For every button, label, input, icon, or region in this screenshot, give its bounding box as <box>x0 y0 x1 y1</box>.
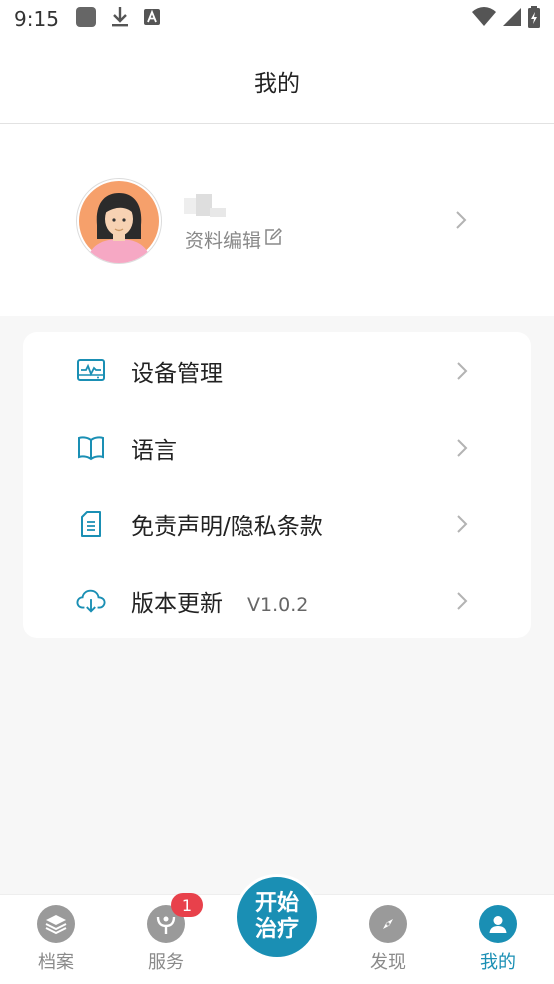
chevron-right-icon <box>455 514 469 534</box>
book-icon <box>76 433 106 463</box>
menu-item-label: 免责声明/隐私条款 <box>131 514 323 540</box>
compass-icon <box>369 905 407 943</box>
username-blurred <box>184 194 226 218</box>
tab-label: 服务 <box>148 952 184 973</box>
settings-menu-card: 设备管理 语言 免责声明/隐私条款 版本更新 V1.0.2 <box>23 332 531 638</box>
avatar-woman-icon <box>79 181 159 263</box>
status-notification-icons <box>75 6 161 32</box>
a-badge-icon <box>143 8 161 30</box>
tab-mine[interactable]: 我的 <box>453 895 543 984</box>
menu-item-disclaimer-privacy[interactable]: 免责声明/隐私条款 <box>23 486 531 562</box>
start-treatment-line2: 治疗 <box>254 917 299 942</box>
page-title: 我的 <box>254 70 300 97</box>
wifi-icon <box>472 7 496 31</box>
menu-item-version-update[interactable]: 版本更新 V1.0.2 <box>23 563 531 639</box>
edit-profile-label: 资料编辑 <box>185 230 262 252</box>
chevron-right-icon <box>455 361 469 381</box>
tab-service[interactable]: 1 服务 <box>121 893 211 984</box>
signal-icon <box>502 7 522 31</box>
chevron-right-icon <box>455 438 469 458</box>
tab-discover[interactable]: 发现 <box>343 895 433 984</box>
status-system-icons <box>472 6 540 32</box>
status-time: 9:15 <box>14 7 59 31</box>
menu-item-label-wrap: 版本更新 V1.0.2 <box>131 584 308 618</box>
status-bar: 9:15 <box>0 0 554 38</box>
battery-icon <box>528 6 540 32</box>
chevron-right-icon <box>455 591 469 611</box>
tab-archive[interactable]: 档案 <box>11 895 101 984</box>
download-icon <box>111 6 129 32</box>
layers-icon <box>37 905 75 943</box>
avatar[interactable] <box>76 178 162 264</box>
document-icon <box>76 509 106 539</box>
app-version: V1.0.2 <box>247 594 309 616</box>
menu-item-label: 语言 <box>131 438 177 464</box>
service-icon: 1 <box>147 893 203 943</box>
page-header: 我的 <box>0 38 554 124</box>
tab-label: 发现 <box>370 952 406 973</box>
menu-item-device-management[interactable]: 设备管理 <box>23 333 531 409</box>
profile-section[interactable]: 资料编辑 <box>0 124 554 316</box>
menu-item-label: 设备管理 <box>131 361 223 387</box>
menu-item-label: 版本更新 <box>131 591 223 617</box>
start-treatment-button[interactable]: 开始 治疗 <box>234 874 320 960</box>
notification-badge: 1 <box>171 893 203 917</box>
tab-label: 档案 <box>38 952 74 973</box>
chevron-right-icon <box>454 210 468 230</box>
tab-label: 我的 <box>480 952 516 973</box>
app-square-icon <box>75 6 97 32</box>
edit-icon <box>264 228 283 251</box>
user-icon <box>479 905 517 943</box>
menu-item-language[interactable]: 语言 <box>23 410 531 486</box>
device-monitor-icon <box>76 356 106 386</box>
start-treatment-line1: 开始 <box>254 891 299 916</box>
cloud-download-icon <box>76 586 106 616</box>
edit-profile-link[interactable]: 资料编辑 <box>185 226 283 253</box>
